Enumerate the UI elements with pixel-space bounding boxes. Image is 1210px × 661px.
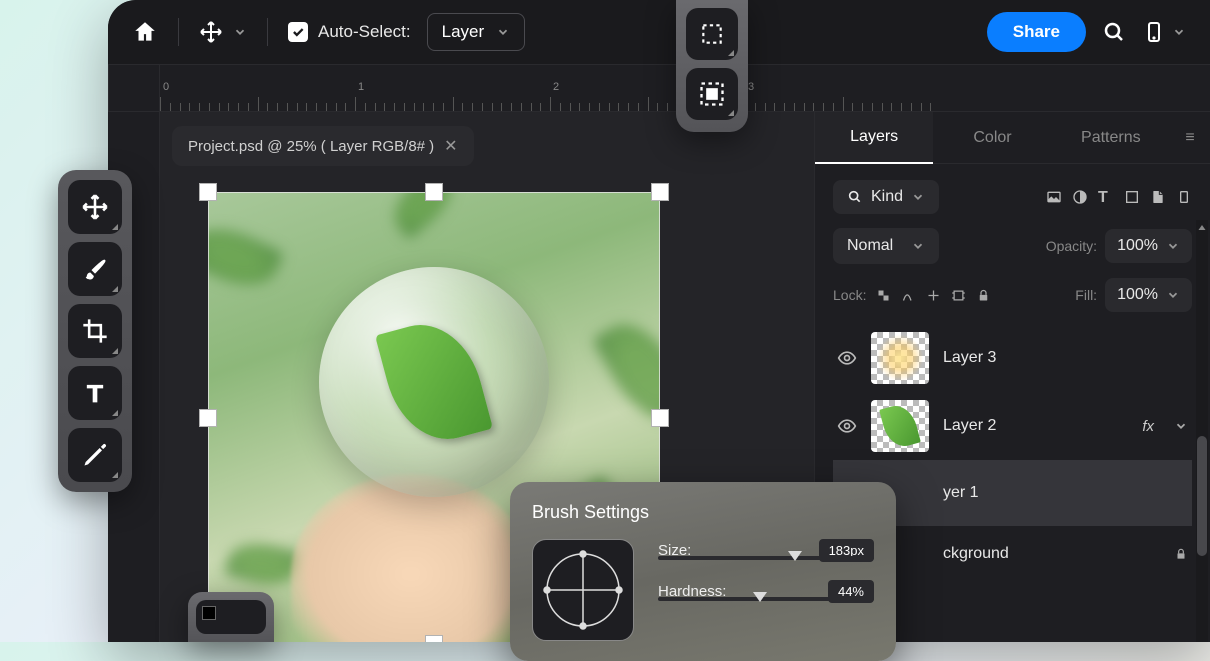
share-button[interactable]: Share: [987, 12, 1086, 52]
layer-thumbnail: [871, 400, 929, 452]
tab-layers[interactable]: Layers: [815, 112, 933, 164]
tab-patterns[interactable]: Patterns: [1052, 113, 1170, 163]
lock-position-icon[interactable]: [926, 288, 941, 303]
chevron-down-icon[interactable]: [1174, 419, 1188, 433]
search-icon: [847, 189, 863, 205]
move-icon: [199, 20, 223, 44]
layer-filter-icons[interactable]: T: [1046, 189, 1192, 205]
filter-kind-dropdown[interactable]: Kind: [833, 180, 939, 214]
brush-settings-panel[interactable]: Brush Settings Size: 183px Hardness:: [510, 482, 896, 661]
layer-name: Layer 3: [943, 349, 1188, 367]
auto-select-label: Auto-Select:: [318, 22, 411, 42]
selection-handle[interactable]: [651, 409, 669, 427]
lock-icons: [876, 288, 991, 303]
lock-artboard-icon[interactable]: [951, 288, 966, 303]
type-tool[interactable]: [68, 366, 122, 420]
ruler-horizontal: 0123: [108, 64, 1210, 112]
layer-item[interactable]: Layer 2 fx: [833, 392, 1192, 460]
chevron-down-icon: [496, 25, 510, 39]
chevron-down-icon: [1166, 288, 1180, 302]
fill-value: 100%: [1117, 286, 1158, 304]
shape-icon[interactable]: [1124, 189, 1140, 205]
home-icon[interactable]: [132, 19, 158, 45]
chevron-down-icon: [911, 239, 925, 253]
scroll-up-icon[interactable]: [1196, 222, 1208, 234]
type-icon[interactable]: T: [1098, 189, 1114, 205]
selection-handle[interactable]: [651, 183, 669, 201]
color-swatch-float[interactable]: [188, 592, 274, 642]
kind-label: Kind: [871, 188, 903, 206]
artboard-icon[interactable]: [1176, 189, 1192, 205]
divider: [267, 18, 268, 46]
chevron-down-icon: [1172, 25, 1186, 39]
chevron-down-icon: [1166, 239, 1180, 253]
smartobject-icon[interactable]: [1150, 189, 1166, 205]
top-toolbar: Auto-Select: Layer Share: [108, 0, 1210, 64]
auto-select-toggle[interactable]: Auto-Select:: [288, 22, 411, 42]
chevron-down-icon: [911, 190, 925, 204]
chevron-down-icon: [233, 25, 247, 39]
device-icon: [1142, 20, 1166, 44]
visibility-icon[interactable]: [837, 416, 857, 436]
divider: [178, 18, 179, 46]
layer-dropdown-value: Layer: [442, 22, 485, 42]
fill-label: Fill:: [1075, 287, 1097, 303]
lock-all-icon[interactable]: [976, 288, 991, 303]
marquee-tool[interactable]: [686, 8, 738, 60]
brush-tool[interactable]: [68, 242, 122, 296]
blend-mode-dropdown[interactable]: Nomal: [833, 228, 939, 264]
foreground-color[interactable]: [202, 606, 216, 620]
target-layer-dropdown[interactable]: Layer: [427, 13, 526, 51]
opacity-label: Opacity:: [1046, 238, 1097, 254]
scrollbar[interactable]: [1196, 220, 1208, 642]
hardness-slider[interactable]: [658, 597, 874, 601]
selection-handle[interactable]: [425, 635, 443, 642]
opacity-dropdown[interactable]: 100%: [1105, 229, 1192, 263]
layer-item[interactable]: Layer 3: [833, 324, 1192, 392]
fx-badge: fx: [1142, 418, 1154, 435]
panel-tabs: Layers Color Patterns ≡: [815, 112, 1210, 164]
pen-tool[interactable]: [68, 428, 122, 482]
size-slider[interactable]: [658, 556, 874, 560]
layer-thumbnail: [871, 332, 929, 384]
toolbox: [58, 170, 132, 492]
tab-color[interactable]: Color: [933, 113, 1051, 163]
lock-paint-icon[interactable]: [901, 288, 916, 303]
selection-tools-float: [676, 0, 748, 132]
crop-tool[interactable]: [68, 304, 122, 358]
document-tab-title: Project.psd @ 25% ( Layer RGB/8# ): [188, 138, 434, 155]
lock-label: Lock:: [833, 287, 866, 303]
device-preview-dropdown[interactable]: [1142, 20, 1186, 44]
lock-transparency-icon[interactable]: [876, 288, 891, 303]
fill-dropdown[interactable]: 100%: [1105, 278, 1192, 312]
checkbox-checked-icon: [288, 22, 308, 42]
image-icon[interactable]: [1046, 189, 1062, 205]
object-select-tool[interactable]: [686, 68, 738, 120]
scroll-thumb[interactable]: [1197, 436, 1207, 556]
selection-handle[interactable]: [425, 183, 443, 201]
move-tool-indicator[interactable]: [199, 20, 247, 44]
brush-preview: [532, 539, 634, 641]
move-tool[interactable]: [68, 180, 122, 234]
adjustment-icon[interactable]: [1072, 189, 1088, 205]
layer-name: Layer 2: [943, 417, 1128, 435]
layer-name: yer 1: [943, 484, 1188, 502]
panel-menu-icon[interactable]: ≡: [1170, 129, 1210, 147]
lock-icon: [1174, 547, 1188, 561]
selection-handle[interactable]: [199, 409, 217, 427]
document-tab[interactable]: Project.psd @ 25% ( Layer RGB/8# ) ✕: [172, 126, 474, 166]
layer-name: ckground: [943, 545, 1160, 563]
selection-handle[interactable]: [199, 183, 217, 201]
search-icon[interactable]: [1102, 20, 1126, 44]
opacity-value: 100%: [1117, 237, 1158, 255]
close-icon[interactable]: ✕: [444, 136, 457, 156]
brush-panel-title: Brush Settings: [532, 502, 874, 523]
blend-mode-value: Nomal: [847, 237, 893, 255]
visibility-icon[interactable]: [837, 348, 857, 368]
